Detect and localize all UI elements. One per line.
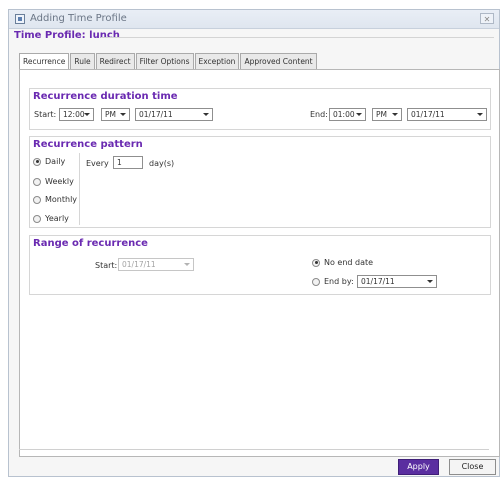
radio-selected-icon xyxy=(312,258,320,267)
duration-start-label: Start: xyxy=(34,110,57,119)
duration-end-label: End: xyxy=(310,110,328,119)
every-days-input[interactable]: 1 xyxy=(113,156,143,169)
tab-exception[interactable]: Exception xyxy=(194,53,240,69)
tab-redirect[interactable]: Redirect xyxy=(95,53,135,69)
day-unit-label: day(s) xyxy=(149,159,175,168)
recurrence-panel: Recurrence duration time Start: 12:00 PM… xyxy=(19,69,500,457)
pattern-option-daily[interactable]: Daily xyxy=(33,155,65,168)
every-label: Every xyxy=(86,159,109,168)
profile-divider xyxy=(101,37,494,38)
pattern-option-label: Yearly xyxy=(45,214,69,223)
close-window-button[interactable]: ✕ xyxy=(480,13,494,24)
chevron-down-icon xyxy=(356,113,362,116)
end-by-option[interactable]: End by: xyxy=(312,275,354,288)
end-by-date-select[interactable]: 01/17/11 xyxy=(357,275,437,288)
chevron-down-icon xyxy=(427,280,433,283)
end-by-label: End by: xyxy=(324,277,354,286)
radio-icon xyxy=(33,177,41,186)
dialog-window: Adding Time Profile ✕ Time Profile: lunc… xyxy=(8,9,500,477)
chevron-down-icon xyxy=(184,263,190,266)
no-end-date-label: No end date xyxy=(324,258,374,267)
range-of-recurrence-group: Range of recurrence Start: 01/17/11 No e… xyxy=(29,235,491,295)
chevron-down-icon xyxy=(477,113,483,116)
pattern-option-monthly[interactable]: Monthly xyxy=(33,193,77,206)
radio-icon xyxy=(33,214,41,223)
time-profile-icon xyxy=(15,14,25,24)
chevron-down-icon xyxy=(203,113,209,116)
range-start-label: Start: xyxy=(95,261,118,270)
pattern-option-label: Daily xyxy=(45,157,66,166)
tab-recurrence[interactable]: Recurrence xyxy=(19,53,70,70)
pattern-option-yearly[interactable]: Yearly xyxy=(33,212,69,225)
start-time-select[interactable]: 12:00 xyxy=(59,108,94,121)
range-start-date-select[interactable]: 01/17/11 xyxy=(118,258,194,271)
window-title: Adding Time Profile xyxy=(30,13,127,24)
end-date-select[interactable]: 01/17/11 xyxy=(407,108,487,121)
end-ampm-select[interactable]: PM xyxy=(372,108,402,121)
duration-title: Recurrence duration time xyxy=(33,91,178,102)
tab-approved-content[interactable]: Approved Content xyxy=(240,53,317,69)
range-title: Range of recurrence xyxy=(33,238,148,249)
start-date-select[interactable]: 01/17/11 xyxy=(135,108,213,121)
radio-icon xyxy=(33,195,41,204)
tab-filter-options[interactable]: Filter Options xyxy=(135,53,194,69)
pattern-title: Recurrence pattern xyxy=(33,139,143,150)
no-end-date-option[interactable]: No end date xyxy=(312,256,373,269)
chevron-down-icon xyxy=(392,113,398,116)
chevron-down-icon xyxy=(84,113,90,116)
title-bar: Adding Time Profile ✕ xyxy=(9,10,499,29)
apply-button[interactable]: Apply xyxy=(398,459,439,475)
tab-strip: Recurrence Rule Redirect Filter Options … xyxy=(19,53,318,70)
pattern-option-label: Weekly xyxy=(45,177,74,186)
pattern-option-label: Monthly xyxy=(45,195,78,204)
pattern-option-weekly[interactable]: Weekly xyxy=(33,175,74,188)
end-time-select[interactable]: 01:00 xyxy=(329,108,366,121)
radio-icon xyxy=(312,277,320,286)
pattern-divider xyxy=(79,153,80,225)
start-ampm-select[interactable]: PM xyxy=(101,108,130,121)
tab-rule[interactable]: Rule xyxy=(70,53,95,69)
recurrence-pattern-group: Recurrence pattern Daily Weekly Monthly … xyxy=(29,136,491,228)
close-button[interactable]: Close xyxy=(449,459,496,475)
recurrence-duration-group: Recurrence duration time Start: 12:00 PM… xyxy=(29,88,491,130)
footer-divider xyxy=(19,449,489,450)
radio-selected-icon xyxy=(33,157,41,166)
chevron-down-icon xyxy=(120,113,126,116)
profile-title: Time Profile: lunch xyxy=(14,30,120,41)
